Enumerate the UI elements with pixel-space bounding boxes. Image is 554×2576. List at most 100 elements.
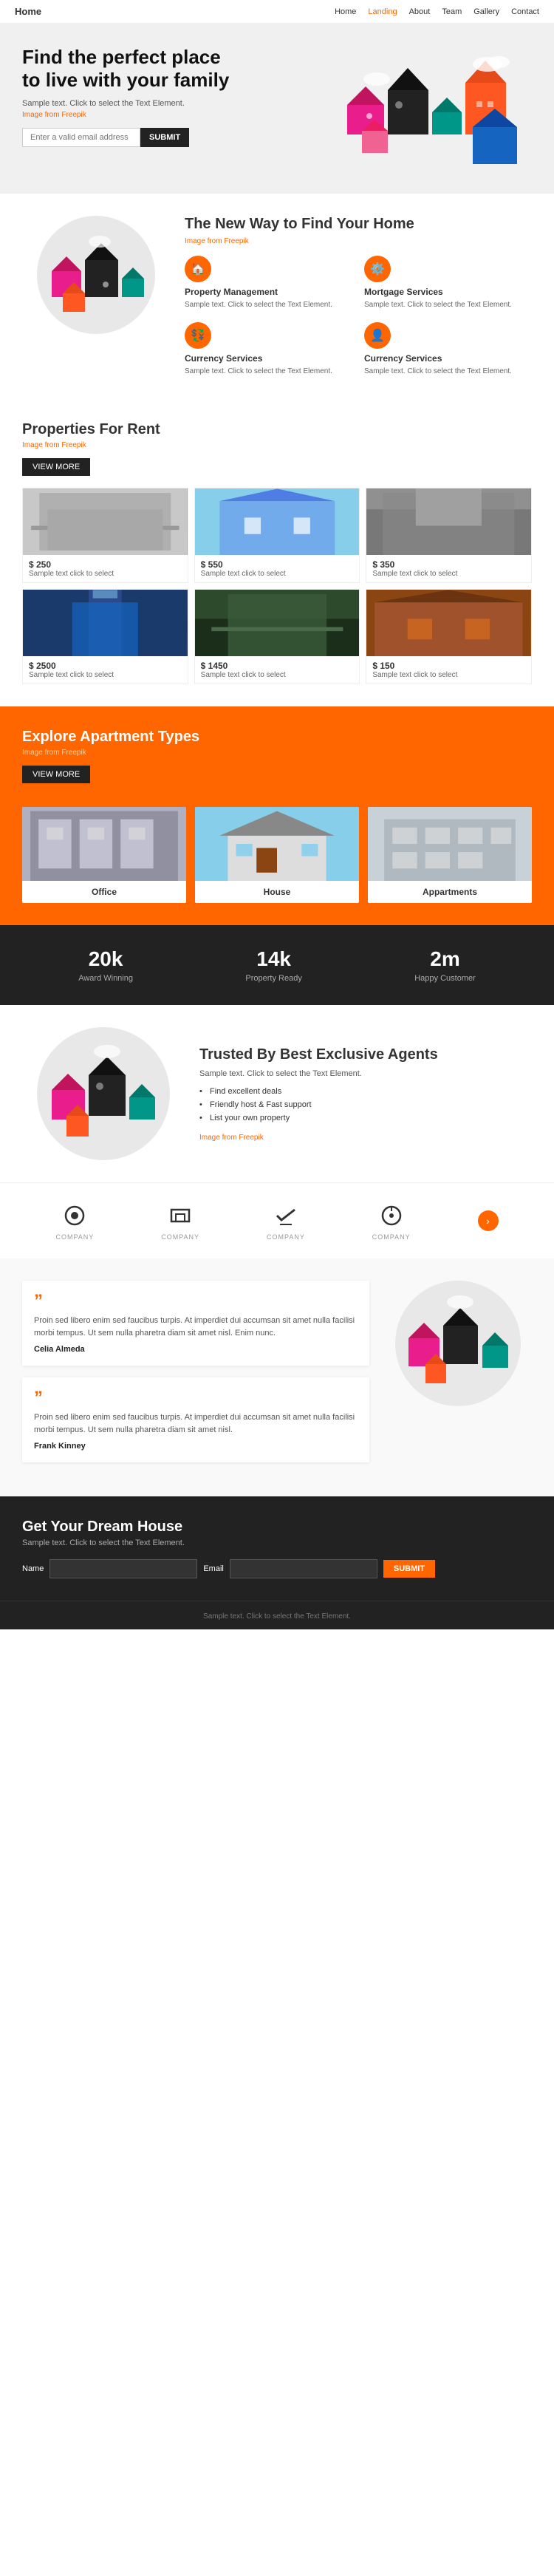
testimonial-text-2: Proin sed libero enim sed faucibus turpi… xyxy=(34,1411,358,1436)
new-way-svg xyxy=(48,227,144,323)
hero-illustration xyxy=(325,46,532,179)
email-input[interactable] xyxy=(230,1559,377,1578)
stat-customer-label: Happy Customer xyxy=(414,974,476,983)
property-info-3: $ 350 Sample text click to select xyxy=(366,555,531,582)
service-currency2-desc: Sample text. Click to select the Text El… xyxy=(364,367,532,377)
stat-property-number: 14k xyxy=(245,947,301,971)
properties-view-more-button[interactable]: VIEW MORE xyxy=(22,458,90,476)
list-item: Find excellent deals xyxy=(199,1087,532,1096)
properties-title: Properties For Rent xyxy=(22,421,532,438)
list-item: List your own property xyxy=(199,1114,532,1122)
apartments-label: Appartments xyxy=(368,881,532,903)
new-way-content: The New Way to Find Your Home Image from… xyxy=(185,216,532,377)
property-desc-4: Sample text click to select xyxy=(29,671,182,679)
nav-logo[interactable]: Home xyxy=(15,6,41,17)
currency-icon: 💱 xyxy=(185,322,211,349)
testimonial-1: ” Proin sed libero enim sed faucibus tur… xyxy=(22,1281,369,1366)
nav-about[interactable]: About xyxy=(409,7,431,16)
testimonial-illustration xyxy=(384,1281,532,1406)
property-price-2: $ 550 xyxy=(201,559,354,570)
service-currency2-title: Currency Services xyxy=(364,353,532,364)
hero-submit-button[interactable]: SUBMIT xyxy=(140,128,189,147)
properties-img-link[interactable]: Image from Freepik xyxy=(22,441,532,449)
testimonial-text-1: Proin sed libero enim sed faucibus turpi… xyxy=(34,1315,358,1339)
companies-next-button[interactable]: › xyxy=(478,1210,499,1231)
property-price-6: $ 150 xyxy=(372,661,525,671)
properties-section: Properties For Rent Image from Freepik V… xyxy=(0,399,554,706)
list-item[interactable]: House xyxy=(195,807,359,903)
company-logo-2 xyxy=(165,1201,195,1230)
table-row[interactable]: $ 550 Sample text click to select xyxy=(194,488,360,583)
hero-email-input[interactable] xyxy=(22,128,140,147)
trusted-section: Trusted By Best Exclusive Agents Sample … xyxy=(0,1005,554,1182)
stat-customer-number: 2m xyxy=(414,947,476,971)
table-row[interactable]: $ 350 Sample text click to select xyxy=(366,488,532,583)
explore-img-link[interactable]: Image from Freepik xyxy=(22,749,532,757)
property-image-1 xyxy=(23,488,188,555)
company-3: COMPANY xyxy=(267,1201,305,1241)
list-item: Friendly host & Fast support xyxy=(199,1100,532,1109)
hero-title: Find the perfect placeto live with your … xyxy=(22,46,325,92)
company-1: COMPANY xyxy=(55,1201,94,1241)
new-way-title: The New Way to Find Your Home xyxy=(185,216,532,233)
quote-mark-2: ” xyxy=(34,1389,358,1407)
hero-content: Find the perfect placeto live with your … xyxy=(22,46,325,147)
nav-team[interactable]: Team xyxy=(442,7,462,16)
footer: Sample text. Click to select the Text El… xyxy=(0,1601,554,1629)
testimonial-author-1: Celia Almeda xyxy=(34,1345,358,1354)
new-way-illustration xyxy=(22,216,170,334)
service-currency-title: Currency Services xyxy=(185,353,352,364)
service-property-desc: Sample text. Click to select the Text El… xyxy=(185,300,352,310)
trusted-list: Find excellent deals Friendly host & Fas… xyxy=(199,1087,532,1122)
companies-section: COMPANY COMPANY COMPANY COMPANY xyxy=(0,1182,554,1258)
list-item[interactable]: Appartments xyxy=(368,807,532,903)
stat-property: 14k Property Ready xyxy=(245,947,301,983)
house-image xyxy=(195,807,359,881)
dream-house-form: Name Email SUBMIT xyxy=(22,1559,532,1578)
service-mortgage: ⚙️ Mortgage Services Sample text. Click … xyxy=(364,256,532,310)
nav-home[interactable]: Home xyxy=(335,7,356,16)
dream-house-section: Get Your Dream House Sample text. Click … xyxy=(0,1496,554,1601)
property-info-2: $ 550 Sample text click to select xyxy=(195,555,360,582)
name-input[interactable] xyxy=(49,1559,197,1578)
office-image xyxy=(22,807,186,881)
table-row[interactable]: $ 1450 Sample text click to select xyxy=(194,589,360,684)
company-logo-3 xyxy=(271,1201,301,1230)
property-price-1: $ 250 xyxy=(29,559,182,570)
trusted-img-link[interactable]: Image from Freepik xyxy=(199,1134,264,1142)
mortgage-icon: ⚙️ xyxy=(364,256,391,282)
office-label: Office xyxy=(22,881,186,903)
stat-award: 20k Award Winning xyxy=(78,947,133,983)
testimonials-list: ” Proin sed libero enim sed faucibus tur… xyxy=(22,1281,369,1474)
new-way-img-link[interactable]: Image from Freepik xyxy=(185,237,532,245)
property-info-5: $ 1450 Sample text click to select xyxy=(195,656,360,684)
explore-view-more-button[interactable]: VIEW MORE xyxy=(22,766,90,783)
quote-mark-1: ” xyxy=(34,1292,358,1310)
new-way-circle xyxy=(37,216,155,334)
nav-gallery[interactable]: Gallery xyxy=(473,7,499,16)
property-image-6 xyxy=(366,590,531,656)
trusted-svg xyxy=(48,1038,159,1149)
company-label-1: COMPANY xyxy=(55,1233,94,1241)
table-row[interactable]: $ 250 Sample text click to select xyxy=(22,488,188,583)
list-item[interactable]: Office xyxy=(22,807,186,903)
hero-img-link[interactable]: Image from Freepik xyxy=(22,111,325,119)
table-row[interactable]: $ 2500 Sample text click to select xyxy=(22,589,188,684)
hero-subtitle: Sample text. Click to select the Text El… xyxy=(22,99,325,108)
trusted-desc: Sample text. Click to select the Text El… xyxy=(199,1069,532,1078)
currency2-icon: 👤 xyxy=(364,322,391,349)
property-price-4: $ 2500 xyxy=(29,661,182,671)
stats-section: 20k Award Winning 14k Property Ready 2m … xyxy=(0,925,554,1005)
company-label-3: COMPANY xyxy=(267,1233,305,1241)
stat-customer: 2m Happy Customer xyxy=(414,947,476,983)
property-image-4 xyxy=(23,590,188,656)
nav-contact[interactable]: Contact xyxy=(511,7,539,16)
dream-house-submit-button[interactable]: SUBMIT xyxy=(383,1560,435,1578)
nav-landing[interactable]: Landing xyxy=(368,7,397,16)
service-currency: 💱 Currency Services Sample text. Click t… xyxy=(185,322,352,377)
property-management-icon: 🏠 xyxy=(185,256,211,282)
property-image-2 xyxy=(195,488,360,555)
apartments-image xyxy=(368,807,532,881)
table-row[interactable]: $ 150 Sample text click to select xyxy=(366,589,532,684)
company-logo-4 xyxy=(377,1201,406,1230)
